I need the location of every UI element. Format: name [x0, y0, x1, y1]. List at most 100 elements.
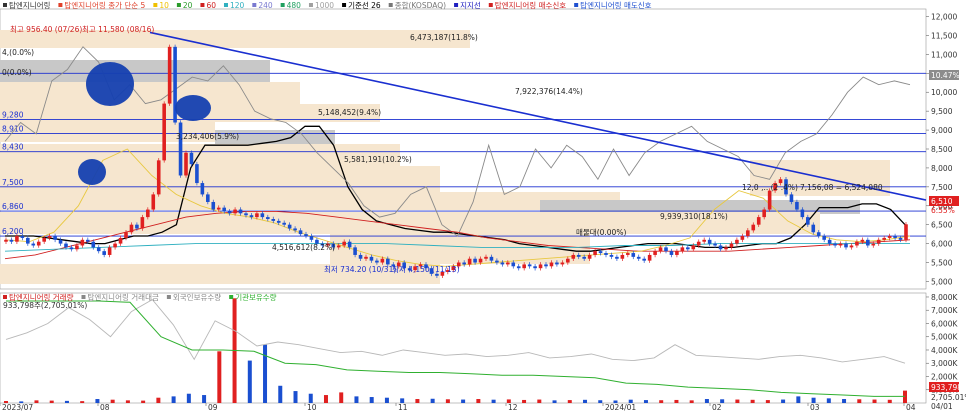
legend-entry[interactable]: 480 — [287, 1, 302, 10]
volume-bar — [400, 398, 405, 403]
volume-legend: 탑엔지니어링 거래량 탑엔지니어링 거래대금 외국인보유수량 기관보유수량 — [3, 292, 277, 302]
candle-body — [593, 251, 597, 255]
volume-bar — [384, 397, 389, 403]
legend-entry[interactable]: 탑엔지니어링 매수신호 — [495, 0, 566, 10]
candle-body — [746, 230, 750, 237]
candle-body — [789, 194, 794, 202]
y-tick-label: 10,000 — [931, 88, 957, 97]
volume-bar — [735, 399, 740, 403]
vol-y-tick-label: 5,000K — [931, 333, 958, 342]
volume-bar — [613, 400, 618, 403]
volume-bar — [49, 400, 54, 403]
y-tick-label: 9,000 — [931, 126, 953, 135]
candle-body — [118, 237, 123, 244]
legend-swatch — [176, 3, 181, 7]
candle-body — [91, 241, 96, 248]
candle-body — [527, 264, 532, 267]
volume-bar — [491, 399, 496, 403]
support-label: 7,156,08 = 6,524,080 — [800, 183, 883, 192]
volume-bar — [354, 396, 359, 403]
legend-swatch — [388, 3, 393, 7]
legend-entry[interactable]: 기준선 26 — [348, 1, 381, 10]
candle-body — [544, 264, 548, 267]
legend-entry[interactable]: 탑엔지니어링 거래대금 — [87, 292, 158, 302]
candle-body — [47, 236, 52, 238]
candle-body — [675, 251, 679, 255]
volume-bar — [430, 398, 435, 403]
candle-body — [238, 209, 243, 214]
candle-body — [816, 232, 821, 237]
candle-body — [129, 224, 134, 233]
x-tick-label: 04 — [906, 403, 916, 412]
candle-body — [15, 236, 19, 242]
candle-body — [647, 254, 652, 261]
legend-entry[interactable]: 탑엔지니어링 — [9, 0, 50, 10]
candle-body — [64, 243, 68, 248]
legend: 탑엔지니어링 탑엔지니어링 종가 단순 5 10 20 60 120 240 480 1000 기… — [3, 0, 652, 10]
candle-body — [827, 239, 832, 244]
y-tick-label: 8,500 — [931, 145, 953, 154]
legend-entry[interactable]: 60 — [206, 1, 216, 10]
volume-bar — [308, 393, 313, 403]
candle-body — [751, 224, 756, 231]
legend-entry[interactable]: 지지선 — [460, 1, 481, 10]
profile-band — [330, 234, 590, 264]
x-tick-label: 12 — [508, 403, 518, 412]
candle-body — [151, 194, 156, 210]
legend-swatch — [3, 3, 7, 7]
candle-body — [162, 103, 166, 161]
vol-pct: 2,705.01% — [931, 393, 966, 402]
volume-bar — [95, 399, 100, 403]
candle-body — [80, 239, 85, 246]
candle-body — [227, 211, 232, 214]
legend-swatch — [81, 295, 86, 299]
candle-body — [336, 245, 341, 248]
legend-entry[interactable]: 종합(KOSDAQ) — [395, 1, 446, 10]
candle-body — [876, 239, 881, 244]
legend-entry[interactable]: 1000 — [315, 1, 334, 10]
candle-body — [795, 201, 799, 210]
legend-entry[interactable]: 120 — [230, 1, 245, 10]
candle-body — [522, 264, 526, 269]
legend-swatch — [200, 3, 205, 7]
legend-entry[interactable]: 10 — [159, 1, 169, 10]
candle-body — [642, 258, 646, 261]
legend-swatch — [3, 295, 7, 299]
candle-body — [718, 245, 723, 250]
stock-chart[interactable]: 5,0005,5006,0006,5007,0007,5008,0008,500… — [0, 0, 966, 412]
candle-body — [838, 243, 843, 246]
legend-entry[interactable]: 탑엔지니어링 종가 단순 5 — [64, 0, 145, 10]
legend-entry[interactable]: 기관보유수량 — [235, 292, 276, 302]
candle-body — [271, 219, 276, 221]
candle-body — [538, 264, 543, 269]
volume-bar — [171, 396, 176, 403]
y-tick-label: 11,000 — [931, 50, 957, 59]
legend-entry[interactable]: 240 — [258, 1, 273, 10]
x-tick-label: 02 — [712, 403, 722, 412]
support-label: 0(0.0%) — [2, 68, 32, 77]
support-label: 6,473,187(11.8%) — [410, 33, 478, 42]
candle-body — [669, 251, 674, 255]
candle-body — [189, 152, 194, 165]
volume-bar — [659, 400, 664, 403]
legend-entry[interactable]: 외국인보유수량 — [173, 292, 221, 302]
legend-entry[interactable]: 탑엔지니어링 거래량 — [9, 292, 74, 302]
candle-body — [555, 262, 559, 265]
volume-bar — [796, 396, 801, 403]
candle-body — [806, 217, 810, 225]
volume-bar — [750, 399, 755, 403]
support-label: 5,148,452(9.4%) — [318, 108, 381, 117]
candle-body — [904, 224, 908, 240]
candle-body — [740, 236, 745, 240]
legend-entry[interactable]: 탑엔지니어링 매도신호 — [580, 0, 651, 10]
level-label: 6,860 — [2, 202, 24, 211]
vol-y-tick-label: 3,000K — [931, 359, 958, 368]
candle-body — [516, 266, 521, 269]
volume-bar — [476, 399, 481, 403]
legend-entry[interactable]: 20 — [183, 1, 193, 10]
volume-bar — [186, 393, 191, 403]
volume-bar — [811, 397, 816, 403]
candle-body — [309, 236, 314, 240]
y-tick-label: 5,000 — [931, 277, 953, 286]
profile-band — [0, 192, 620, 210]
